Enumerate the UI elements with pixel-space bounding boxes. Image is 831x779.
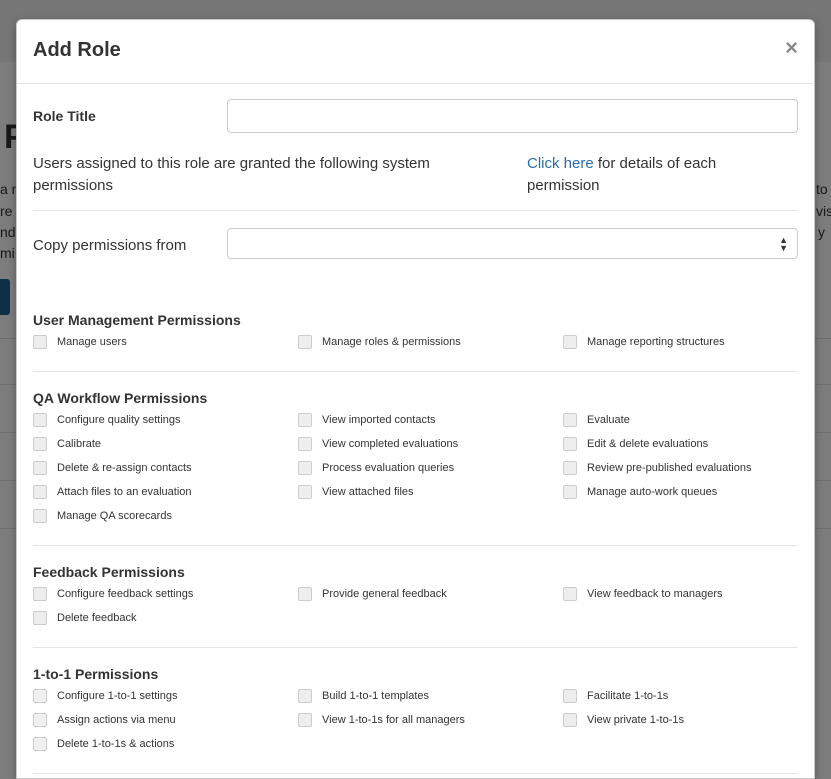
checkbox-icon[interactable] (563, 437, 577, 451)
checkbox-icon[interactable] (563, 587, 577, 601)
checkbox-icon[interactable] (563, 461, 577, 475)
checkbox-icon[interactable] (33, 413, 47, 427)
role-title-row: Role Title (33, 99, 798, 134)
copy-permissions-select[interactable]: ▲ ▼ (227, 228, 798, 259)
checkbox-icon[interactable] (563, 713, 577, 727)
checkbox-icon[interactable] (33, 611, 47, 625)
checkbox-icon[interactable] (33, 737, 47, 751)
checkbox-icon[interactable] (298, 335, 312, 349)
checkbox-icon[interactable] (33, 689, 47, 703)
divider (33, 371, 798, 372)
checkbox-icon[interactable] (33, 713, 47, 727)
checkbox-icon[interactable] (298, 485, 312, 499)
checkbox-icon[interactable] (298, 689, 312, 703)
checkbox-icon[interactable] (563, 689, 577, 703)
checkbox-icon[interactable] (33, 437, 47, 451)
section-one-to-one: 1-to-1 Permissions Configure 1-to-1 sett… (33, 664, 798, 752)
checkbox-icon[interactable] (298, 713, 312, 727)
checkbox-icon[interactable] (298, 437, 312, 451)
details-link[interactable]: Click here (527, 155, 594, 172)
divider (33, 773, 798, 774)
checkbox-icon[interactable] (33, 485, 47, 499)
checkbox-icon[interactable] (298, 587, 312, 601)
checkbox-icon[interactable] (33, 335, 47, 349)
checkbox-icon[interactable] (563, 485, 577, 499)
permission-details-text: Click here for details of each permissio… (527, 153, 787, 197)
close-icon[interactable]: × (785, 36, 798, 60)
checkbox-icon[interactable] (563, 413, 577, 427)
section-user-management: User Management Permissions Manage users… (33, 310, 798, 350)
checkbox-icon[interactable] (33, 587, 47, 601)
checkbox-icon[interactable] (33, 509, 47, 523)
checkbox-icon[interactable] (298, 461, 312, 475)
checkbox-icon[interactable] (33, 461, 47, 475)
modal-header: Add Role × (17, 20, 814, 84)
section-title: User Management Permissions (33, 312, 241, 328)
add-role-modal: Add Role × Role Title Users assigned to … (16, 19, 815, 779)
checkbox-icon[interactable] (563, 335, 577, 349)
section-title: Feedback Permissions (33, 564, 185, 580)
divider (33, 210, 798, 211)
copy-permissions-label: Copy permissions from (33, 237, 187, 254)
divider (33, 545, 798, 546)
section-title: 1-to-1 Permissions (33, 666, 159, 682)
role-title-input[interactable] (227, 99, 798, 133)
modal-title: Add Role (33, 39, 121, 61)
divider (33, 647, 798, 648)
section-feedback: Feedback Permissions Configure feedback … (33, 562, 798, 626)
role-title-label: Role Title (33, 108, 96, 124)
permissions-description: Users assigned to this role are granted … (33, 155, 430, 194)
section-title: QA Workflow Permissions (33, 390, 208, 406)
section-qa-workflow: QA Workflow Permissions Configure qualit… (33, 388, 798, 528)
select-arrows-icon: ▲ ▼ (779, 235, 788, 253)
checkbox-icon[interactable] (298, 413, 312, 427)
